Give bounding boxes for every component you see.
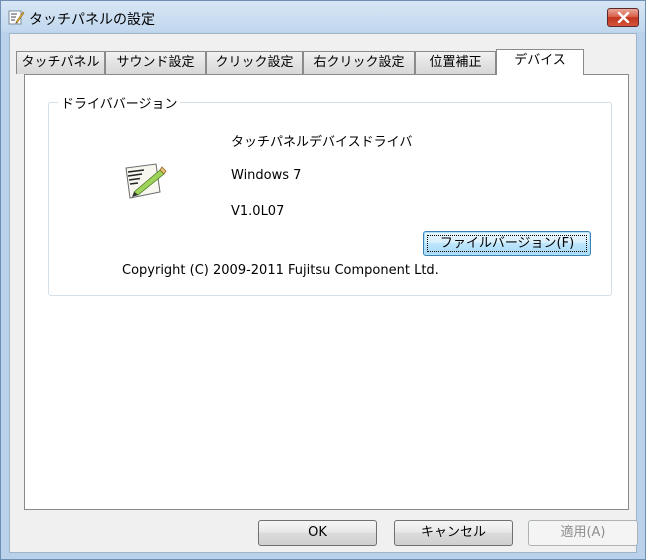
driver-document-icon <box>120 162 174 202</box>
title-bar[interactable]: タッチパネルの設定 <box>1 1 645 33</box>
driver-name: タッチパネルデバイスドライバ <box>231 135 413 150</box>
cancel-button-label: キャンセル <box>420 525 486 540</box>
apply-button-label: 適用(A) <box>560 525 606 540</box>
cancel-button[interactable]: キャンセル <box>394 520 513 546</box>
ok-button[interactable]: OK <box>258 520 377 546</box>
apply-button[interactable]: 適用(A) <box>528 520 638 546</box>
copyright-text: Copyright (C) 2009-2011 Fujitsu Componen… <box>122 263 439 278</box>
tab-click[interactable]: クリック設定 <box>206 51 303 74</box>
window-title: タッチパネルの設定 <box>29 12 155 28</box>
tab-right-click[interactable]: 右クリック設定 <box>303 51 415 74</box>
tab-touch-panel[interactable]: タッチパネル <box>16 51 105 74</box>
tab-calibration[interactable]: 位置補正 <box>415 51 496 74</box>
tab-sound[interactable]: サウンド設定 <box>105 51 206 74</box>
driver-version: V1.0L07 <box>231 204 285 219</box>
close-icon <box>617 12 630 23</box>
tab-device[interactable]: デバイス <box>496 49 584 75</box>
ok-button-label: OK <box>308 525 327 540</box>
settings-app-icon <box>7 8 25 26</box>
group-title: ドライババージョン <box>58 93 181 112</box>
close-button[interactable] <box>607 8 639 27</box>
driver-os: Windows 7 <box>231 168 302 183</box>
focus-rectangle <box>427 235 587 252</box>
file-version-button[interactable]: ファイルバージョン(F) <box>423 231 591 256</box>
